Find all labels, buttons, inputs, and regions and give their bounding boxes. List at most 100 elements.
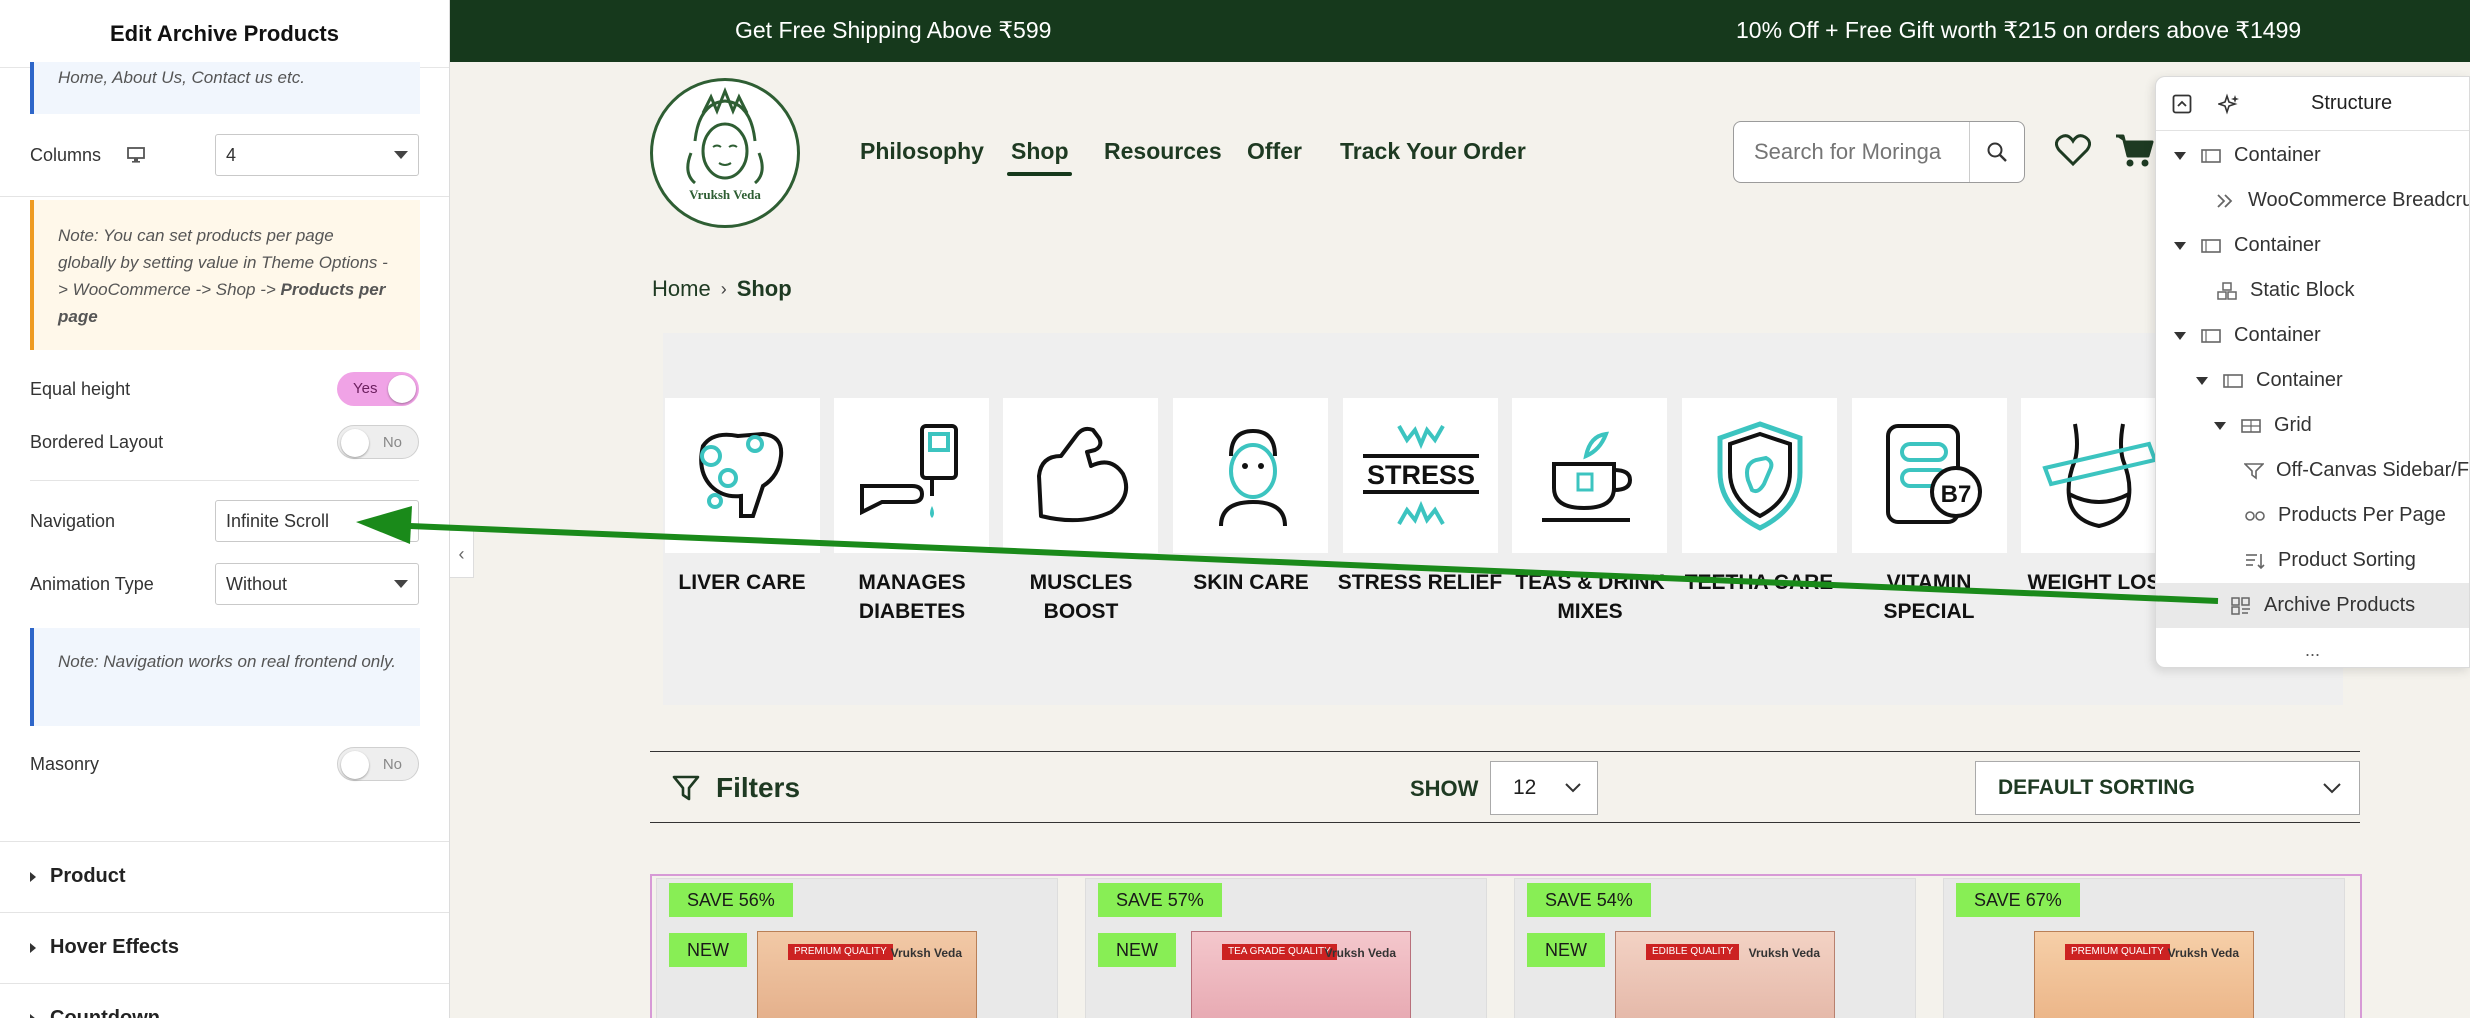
category-label[interactable]: SKIN CARE <box>1161 568 1341 597</box>
category-weight-loss[interactable] <box>2021 398 2176 553</box>
chevron-down-icon <box>1565 783 1581 793</box>
heart-icon[interactable] <box>2055 133 2091 167</box>
category-manages-diabetes[interactable] <box>834 398 989 553</box>
equal-height-label: Equal height <box>30 378 131 399</box>
product-card[interactable]: SAVE 56% NEW PREMIUM QUALITY Vruksh Veda <box>656 878 1058 1018</box>
category-teas-drink-mixes[interactable] <box>1512 398 1667 553</box>
navigation-label: Navigation <box>30 510 116 531</box>
product-image[interactable]: PREMIUM QUALITY Vruksh Veda <box>757 931 977 1018</box>
structure-item-label: Archive Products <box>2264 594 2416 616</box>
liver-icon <box>698 431 783 518</box>
filter-icon[interactable] <box>672 774 700 802</box>
category-label[interactable]: TEETHA CARE <box>1669 568 1849 597</box>
structure-item-label: Container <box>2256 369 2343 391</box>
navigation-select[interactable]: Infinite Scroll <box>215 500 419 542</box>
category-label[interactable]: STRESS RELIEF <box>1330 568 1510 597</box>
structure-item-label: Off-Canvas Sidebar/Filters <box>2276 459 2470 481</box>
product-brand: Vruksh Veda <box>890 946 962 960</box>
stress-icon: STRESS <box>1362 424 1479 525</box>
nav-resources[interactable]: Resources <box>1104 138 1222 165</box>
structure-item-label: Container <box>2234 324 2321 346</box>
caret-down-icon <box>2174 151 2186 160</box>
caret-right-icon <box>30 1013 36 1018</box>
container-icon <box>2200 147 2222 165</box>
collapse-icon[interactable] <box>2172 94 2192 114</box>
structure-item[interactable]: Container <box>2156 133 2469 178</box>
category-label[interactable]: TEAS & DRINK MIXES <box>1500 568 1680 626</box>
nav-shop[interactable]: Shop <box>1011 138 1069 165</box>
columns-select[interactable]: 4 <box>215 134 419 176</box>
promo-right: 10% Off + Free Gift worth ₹215 on orders… <box>1736 17 2302 43</box>
stress-icon-text: STRESS <box>1366 460 1474 490</box>
animation-select[interactable]: Without <box>215 563 419 605</box>
animation-value: Without <box>226 573 288 594</box>
structure-item[interactable]: Grid <box>2156 403 2469 448</box>
category-stress-relief[interactable]: STRESS <box>1343 398 1498 553</box>
category-label[interactable]: VITAMIN SPECIAL <box>1839 568 2019 626</box>
equal-height-toggle[interactable]: Yes <box>337 372 419 406</box>
structure-item[interactable]: Product Sorting <box>2156 538 2469 583</box>
category-liver-care[interactable] <box>665 398 820 553</box>
promo-bar: Get Free Shipping Above ₹599 10% Off + F… <box>450 0 2470 62</box>
category-teetha-care[interactable] <box>1682 398 1837 553</box>
product-card[interactable]: SAVE 57% NEW TEA GRADE QUALITY Vruksh Ve… <box>1085 878 1487 1018</box>
product-ribbon: PREMIUM QUALITY <box>788 944 893 960</box>
search-box <box>1733 121 2025 183</box>
structure-item[interactable]: Static Block <box>2156 268 2469 313</box>
site-logo[interactable]: Vruksh Veda <box>650 78 800 228</box>
structure-item[interactable]: Container <box>2156 358 2469 403</box>
category-skin-care[interactable] <box>1173 398 1328 553</box>
structure-item-label: Static Block <box>2250 279 2355 301</box>
category-label[interactable]: LIVER CARE <box>652 568 832 597</box>
structure-item[interactable]: Container <box>2156 223 2469 268</box>
sparkle-icon[interactable] <box>2218 92 2240 115</box>
structure-item-selected[interactable]: Archive Products <box>2156 583 2469 628</box>
section-hover-effects[interactable]: Hover Effects <box>0 912 449 982</box>
collapse-panel-button[interactable]: ‹ <box>450 530 474 578</box>
category-label[interactable]: MANAGES DIABETES <box>822 568 1002 626</box>
category-muscles-boost[interactable] <box>1003 398 1158 553</box>
masonry-label: Masonry <box>30 753 100 774</box>
columns-label: Columns <box>30 144 102 165</box>
product-card[interactable]: SAVE 67% PREMIUM QUALITY Vruksh Veda <box>1943 878 2345 1018</box>
structure-item[interactable]: Off-Canvas Sidebar/Filters <box>2156 448 2469 493</box>
structure-title: Structure <box>2311 92 2393 114</box>
search-button[interactable] <box>1969 122 2024 182</box>
nav-philosophy[interactable]: Philosophy <box>860 138 984 165</box>
product-image[interactable]: TEA GRADE QUALITY Vruksh Veda <box>1191 931 1411 1018</box>
toggle-label: No <box>382 434 402 451</box>
vitamin-icon-text: B7 <box>1940 481 1971 508</box>
caret-down-icon <box>2174 331 2186 340</box>
sorting-select[interactable]: DEFAULT SORTING <box>1975 761 2360 815</box>
structure-item[interactable]: Products Per Page <box>2156 493 2469 538</box>
search-input[interactable] <box>1734 122 1969 182</box>
per-page-select[interactable]: 12 <box>1490 761 1598 815</box>
search-icon <box>1987 142 2007 162</box>
bordered-layout-toggle[interactable]: No <box>337 425 419 459</box>
breadcrumb-home[interactable]: Home <box>652 276 711 302</box>
product-card[interactable]: SAVE 54% NEW EDIBLE QUALITY Vruksh Veda <box>1514 878 1916 1018</box>
panel-title: Edit Archive Products <box>0 0 449 68</box>
nav-offer[interactable]: Offer <box>1247 138 1302 165</box>
product-image[interactable]: PREMIUM QUALITY Vruksh Veda <box>2034 931 2254 1018</box>
section-countdown[interactable]: Countdown <box>0 983 449 1018</box>
nav-track-order[interactable]: Track Your Order <box>1340 138 1526 165</box>
discount-badge: SAVE 56% <box>669 883 793 917</box>
product-image[interactable]: EDIBLE QUALITY Vruksh Veda <box>1615 931 1835 1018</box>
filters-button[interactable]: Filters <box>716 772 800 804</box>
filters-bar: Filters SHOW 12 DEFAULT SORTING <box>650 751 2360 823</box>
masonry-toggle[interactable]: No <box>337 747 419 781</box>
caret-right-icon <box>30 871 36 882</box>
structure-item[interactable]: WooCommerce Breadcrumb <box>2156 178 2469 223</box>
category-vitamin-special[interactable]: B7 <box>1852 398 2007 553</box>
category-label[interactable]: MUSCLES BOOST <box>991 568 1171 626</box>
nav-note-box: Note: Navigation works on real frontend … <box>30 628 420 726</box>
section-product[interactable]: Product <box>0 841 449 911</box>
product-brand: Vruksh Veda <box>1324 946 1396 960</box>
structure-item[interactable]: Container <box>2156 313 2469 358</box>
muscle-icon <box>1036 426 1128 522</box>
structure-more[interactable]: ... <box>2156 640 2469 661</box>
desktop-icon[interactable] <box>127 147 145 163</box>
cart-icon[interactable] <box>2114 133 2154 169</box>
structure-panel: Structure Container WooCommerce Breadcru… <box>2155 76 2470 668</box>
